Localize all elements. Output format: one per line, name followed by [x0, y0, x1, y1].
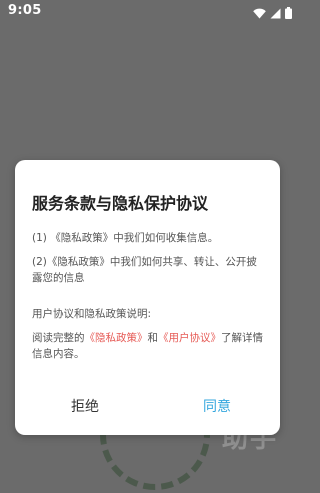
reject-button[interactable]: 拒绝 — [65, 394, 105, 418]
battery-icon — [285, 4, 292, 23]
privacy-policy-link[interactable]: 《隐私政策》 — [85, 332, 148, 344]
policy-item-1: (1) 《隐私政策》中我们如何收集信息。 — [32, 230, 264, 246]
dialog-body: (1) 《隐私政策》中我们如何收集信息。 (2)《隐私政策》中我们如何共享、转让… — [32, 230, 264, 362]
item1-suffix: 中我们如何收集信息。 — [113, 232, 219, 244]
status-bar: 9:05 — [0, 0, 300, 22]
explain-text: 阅读完整的《隐私政策》和《用户协议》了解详情信息内容。 — [32, 330, 264, 362]
privacy-dialog: 服务条款与隐私保护协议 (1) 《隐私政策》中我们如何收集信息。 (2)《隐私政… — [15, 160, 280, 435]
status-icons — [253, 4, 292, 23]
dialog-title: 服务条款与隐私保护协议 — [32, 194, 209, 213]
wifi-icon — [253, 4, 266, 23]
explain-prefix: 阅读完整的 — [32, 332, 85, 344]
user-agreement-link[interactable]: 《用户协议》 — [158, 332, 221, 344]
agree-button[interactable]: 同意 — [197, 394, 237, 418]
explain-title: 用户协议和隐私政策说明: — [32, 308, 152, 320]
explain-and: 和 — [147, 332, 159, 344]
signal-icon — [270, 4, 281, 23]
dialog-actions: 拒绝 同意 — [15, 386, 280, 426]
status-time: 9:05 — [8, 3, 42, 18]
item1-link: 《隐私政策》 — [50, 232, 114, 244]
policy-item-2: (2)《隐私政策》中我们如何共享、转让、公开披露您的信息 — [32, 256, 257, 284]
item1-prefix: (1) — [32, 232, 51, 244]
